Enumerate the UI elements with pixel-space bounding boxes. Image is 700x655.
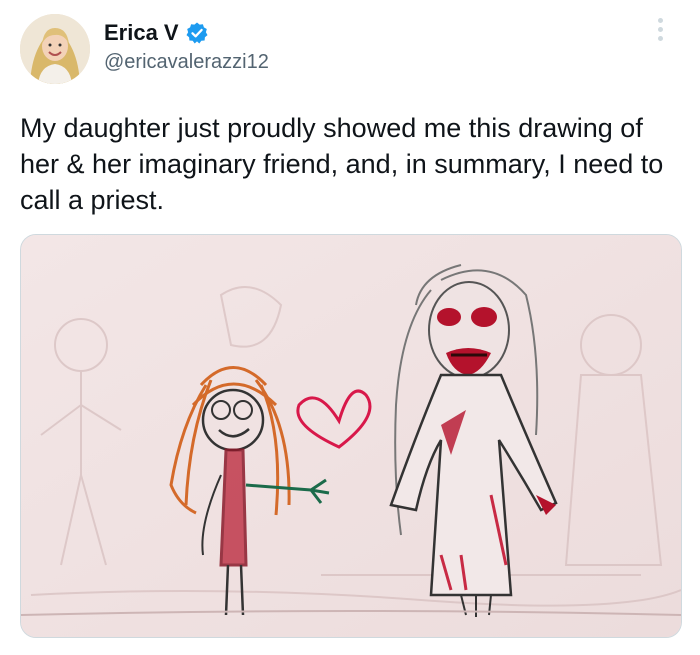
child-drawing-image (21, 235, 681, 637)
more-options-icon[interactable] (650, 18, 670, 48)
tweet-text: My daughter just proudly showed me this … (20, 113, 664, 215)
author-handle[interactable]: @ericavalerazzi12 (104, 51, 269, 74)
dot-icon (657, 18, 663, 23)
avatar-image (20, 14, 90, 84)
author-name[interactable]: Erica V (104, 20, 179, 46)
dot-icon (657, 36, 663, 41)
tweet-media[interactable] (20, 234, 682, 638)
avatar[interactable] (20, 14, 90, 84)
verified-badge-icon (186, 22, 208, 44)
dot-icon (657, 27, 663, 32)
